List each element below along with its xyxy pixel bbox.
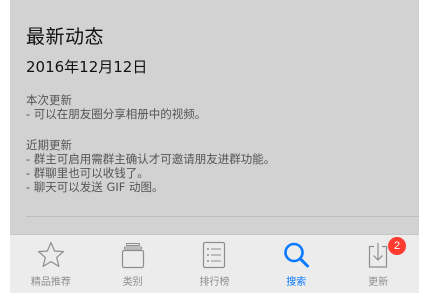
update-note: - 群聊里也可以收钱了。 [26, 166, 149, 180]
star-icon [37, 241, 64, 267]
whats-new-title: 最新动态 [26, 26, 105, 48]
tab-search[interactable]: 搜索 [255, 235, 337, 293]
tab-top-charts[interactable]: 排行榜 [174, 235, 256, 293]
categories-icon [121, 243, 144, 269]
tab-label: 类别 [122, 277, 143, 288]
tab-bar: 精品推荐 类别 排行榜 搜索 2 更新 [10, 234, 419, 293]
tab-updates[interactable]: 2 更新 [337, 235, 419, 293]
update-note: - 可以在朋友圈分享相册中的视频。 [26, 107, 207, 121]
update-date: 2016年12月12日 [26, 58, 148, 76]
tab-featured[interactable]: 精品推荐 [10, 235, 92, 293]
tab-categories[interactable]: 类别 [92, 235, 174, 293]
tab-label: 排行榜 [199, 277, 230, 288]
tab-label: 更新 [368, 277, 389, 288]
list-icon [203, 241, 226, 269]
search-icon [284, 242, 310, 268]
tab-label: 精品推荐 [30, 277, 71, 288]
section-heading: 本次更新 [26, 93, 72, 107]
whats-new-panel: 最新动态 2016年12月12日 本次更新 - 可以在朋友圈分享相册中的视频。 … [10, 0, 419, 234]
app-store-screen: 最新动态 2016年12月12日 本次更新 - 可以在朋友圈分享相册中的视频。 … [0, 0, 429, 293]
section-heading: 近期更新 [26, 138, 72, 152]
update-note: - 群主可启用需群主确认才可邀请朋友进群功能。 [26, 152, 276, 166]
recent-updates-section: 近期更新 - 群主可启用需群主确认才可邀请朋友进群功能。 - 群聊里也可以收钱了… [26, 138, 275, 194]
divider [26, 216, 419, 217]
updates-count-badge: 2 [388, 237, 407, 255]
tab-label: 搜索 [286, 277, 307, 288]
update-note: - 聊天可以发送 GIF 动图。 [26, 180, 164, 194]
current-update-section: 本次更新 - 可以在朋友圈分享相册中的视频。 [26, 93, 206, 121]
